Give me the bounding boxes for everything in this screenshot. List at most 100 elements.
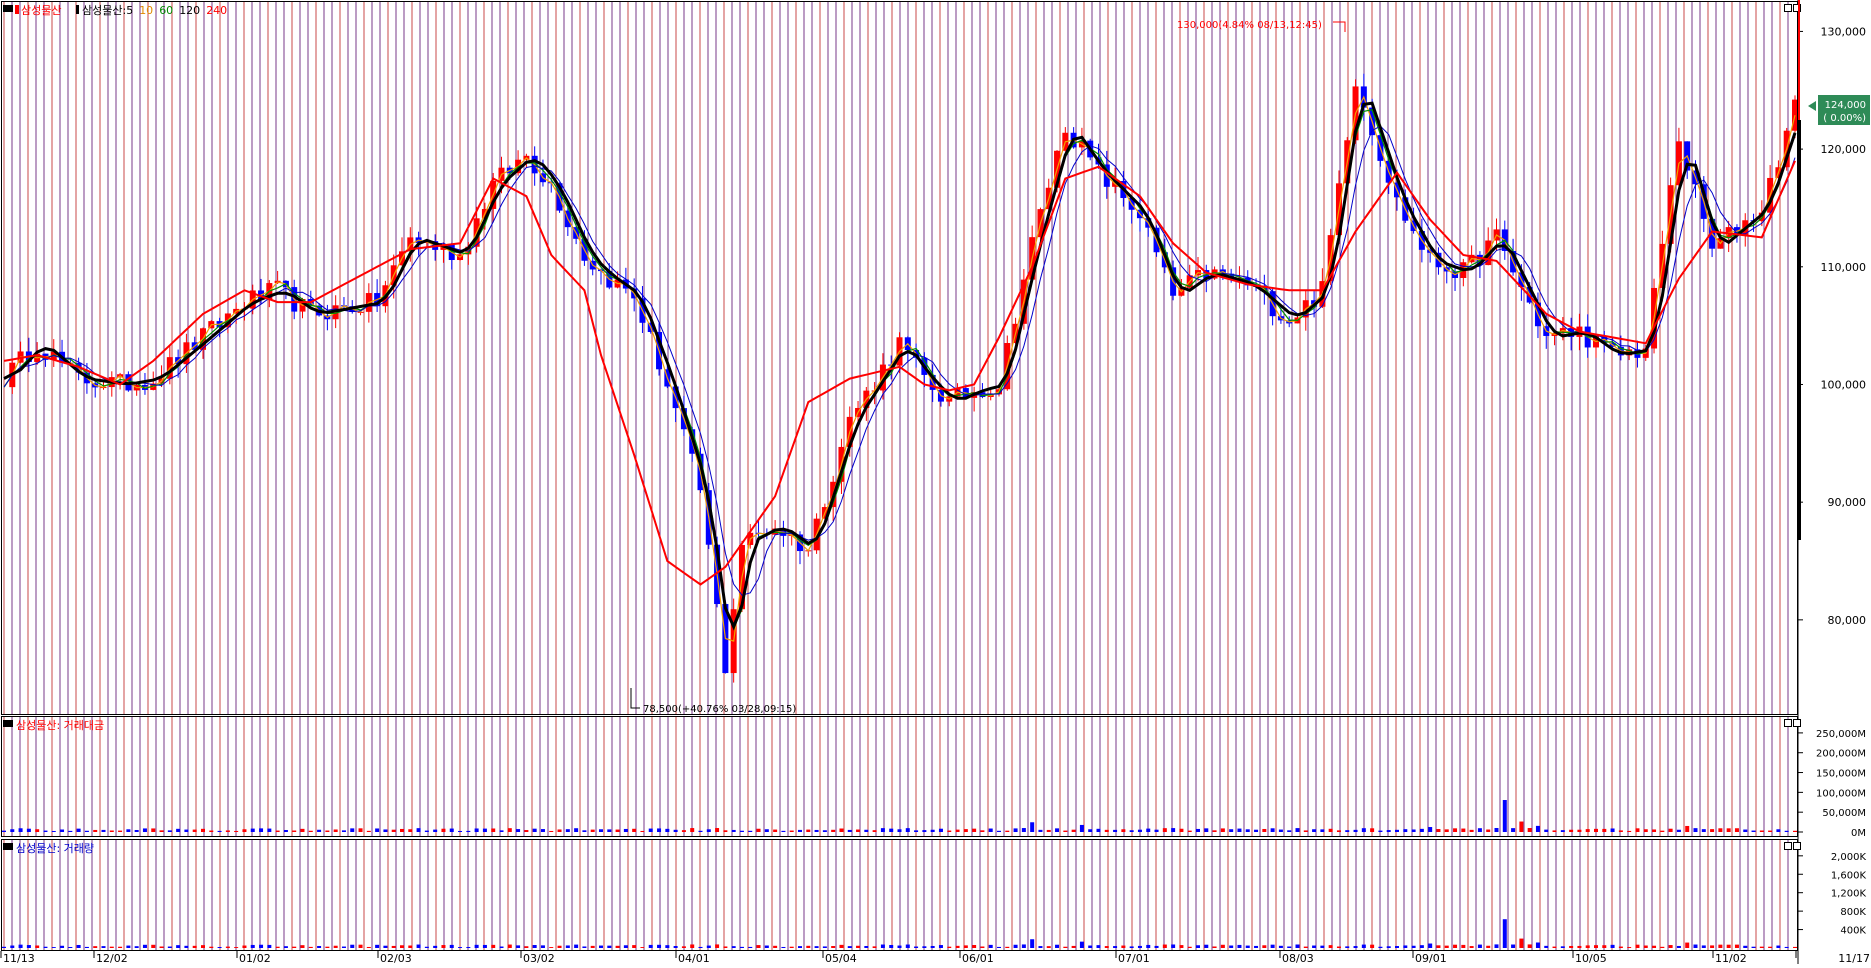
amount-bar [574, 828, 579, 832]
legend-swatch [15, 5, 19, 14]
amount-bar [914, 830, 919, 832]
close-icon[interactable] [1793, 842, 1801, 850]
amount-bar [715, 828, 720, 832]
legend-ma-prefix: 삼성물산: [82, 4, 126, 17]
amount-bar [1179, 828, 1184, 832]
amount-bar [632, 828, 637, 832]
volume-bar [1204, 944, 1209, 948]
volume-bar [1469, 946, 1474, 948]
legend-toggle-icon[interactable] [3, 843, 13, 850]
volume-bar [665, 945, 670, 948]
volume-bar [1079, 941, 1084, 948]
amount-bar [880, 828, 885, 832]
amount-bar [590, 829, 595, 832]
volume-bar [134, 946, 139, 948]
volume-bar [839, 944, 844, 948]
amount-bar [424, 830, 429, 832]
amount-bar [1768, 830, 1773, 832]
amount-bar [1793, 830, 1797, 832]
volume-bar [557, 945, 562, 948]
volume-bar [51, 947, 56, 948]
volume-bar [26, 945, 31, 948]
volume-bar [1345, 946, 1350, 948]
volume-bar [1312, 945, 1317, 948]
amount-bar [259, 828, 264, 832]
amount-bar [955, 829, 960, 832]
current-change: ( 0.00%) [1823, 113, 1866, 124]
amount-bar [665, 828, 670, 832]
amount-bar [1254, 829, 1259, 832]
volume-bar [764, 945, 769, 948]
volume-bar [491, 944, 496, 948]
amount-bar [623, 828, 628, 832]
legend-stock: 삼성물산 [21, 4, 61, 17]
amount-bar [1137, 829, 1142, 832]
amount-bar [2, 830, 6, 832]
amount-bar [1262, 828, 1267, 832]
amount-bar [118, 830, 123, 832]
amount-bar [1784, 830, 1789, 832]
amount-bar [1046, 829, 1051, 832]
amount-bar [292, 830, 297, 832]
volume-bar [1768, 946, 1773, 948]
amount-bar [607, 829, 612, 832]
legend-toggle-icon[interactable] [3, 5, 13, 12]
amount-bar [1403, 829, 1408, 832]
volume-bar [690, 944, 695, 948]
amount-bar [1096, 828, 1101, 832]
volume-bar [1395, 946, 1399, 948]
y-tick-label: 1,200K [1831, 889, 1867, 900]
amount-bar [267, 828, 272, 832]
close-icon[interactable] [1793, 719, 1801, 727]
amount-bar [201, 828, 205, 832]
amount-bar [856, 829, 861, 832]
amount-bar [773, 829, 778, 832]
volume-legend-label: 삼성물산: 거래량 [16, 842, 94, 855]
volume-bar [76, 944, 81, 948]
current-price-box: 124,000 ( 0.00%) [1808, 95, 1870, 125]
amount-legend-label: 삼성물산: 거래대금 [16, 719, 104, 732]
volume-bar [408, 945, 413, 948]
x-tick-label: 09/01 [1415, 952, 1447, 964]
range-bar-up [1798, 0, 1800, 120]
volume-bar [1287, 946, 1292, 948]
volume-bar [176, 945, 181, 948]
amount-bar [1444, 829, 1449, 832]
volume-bar [242, 945, 247, 948]
volume-grid [3, 840, 1789, 950]
volume-bar [416, 944, 421, 948]
legend-toggle-icon[interactable] [3, 720, 13, 727]
amount-axis: 250,000M 200,000M 150,000M 100,000M 50,000M 0… [1798, 729, 1866, 839]
maximize-icon[interactable] [1784, 842, 1792, 850]
amount-bar [482, 828, 487, 832]
volume-bar [1486, 945, 1491, 948]
maximize-icon[interactable] [1784, 4, 1792, 12]
amount-legend: 삼성물산: 거래대금 [3, 719, 104, 732]
volume-bar [781, 946, 786, 948]
amount-bar [847, 829, 852, 832]
volume-bar [657, 944, 662, 948]
volume-bar [980, 946, 985, 948]
chart-window: 130,000 120,000 110,000 100,000 90,000 80,000… [0, 0, 1871, 965]
volume-bar [1295, 944, 1300, 948]
volume-bar [947, 946, 952, 948]
volume-bar [905, 944, 910, 948]
volume-bar [1511, 944, 1516, 948]
volume-bar [424, 946, 429, 948]
amount-bar [1328, 828, 1333, 832]
maximize-icon[interactable] [1784, 719, 1792, 727]
volume-bar [499, 946, 504, 948]
amount-bar [1113, 829, 1118, 832]
amount-bar [375, 828, 380, 832]
amount-bar [1594, 828, 1598, 832]
amount-bar [325, 830, 330, 832]
y-tick-label: 90,000 [1828, 496, 1867, 509]
y-tick-label: 800K [1840, 907, 1866, 918]
volume-bar [1710, 945, 1715, 948]
volume-bar [1046, 946, 1051, 948]
x-tick-label: 12/02 [96, 952, 128, 964]
amount-bar [383, 829, 388, 832]
amount-bar [134, 829, 139, 832]
volume-bar [391, 945, 396, 948]
volume-bar [922, 946, 927, 948]
